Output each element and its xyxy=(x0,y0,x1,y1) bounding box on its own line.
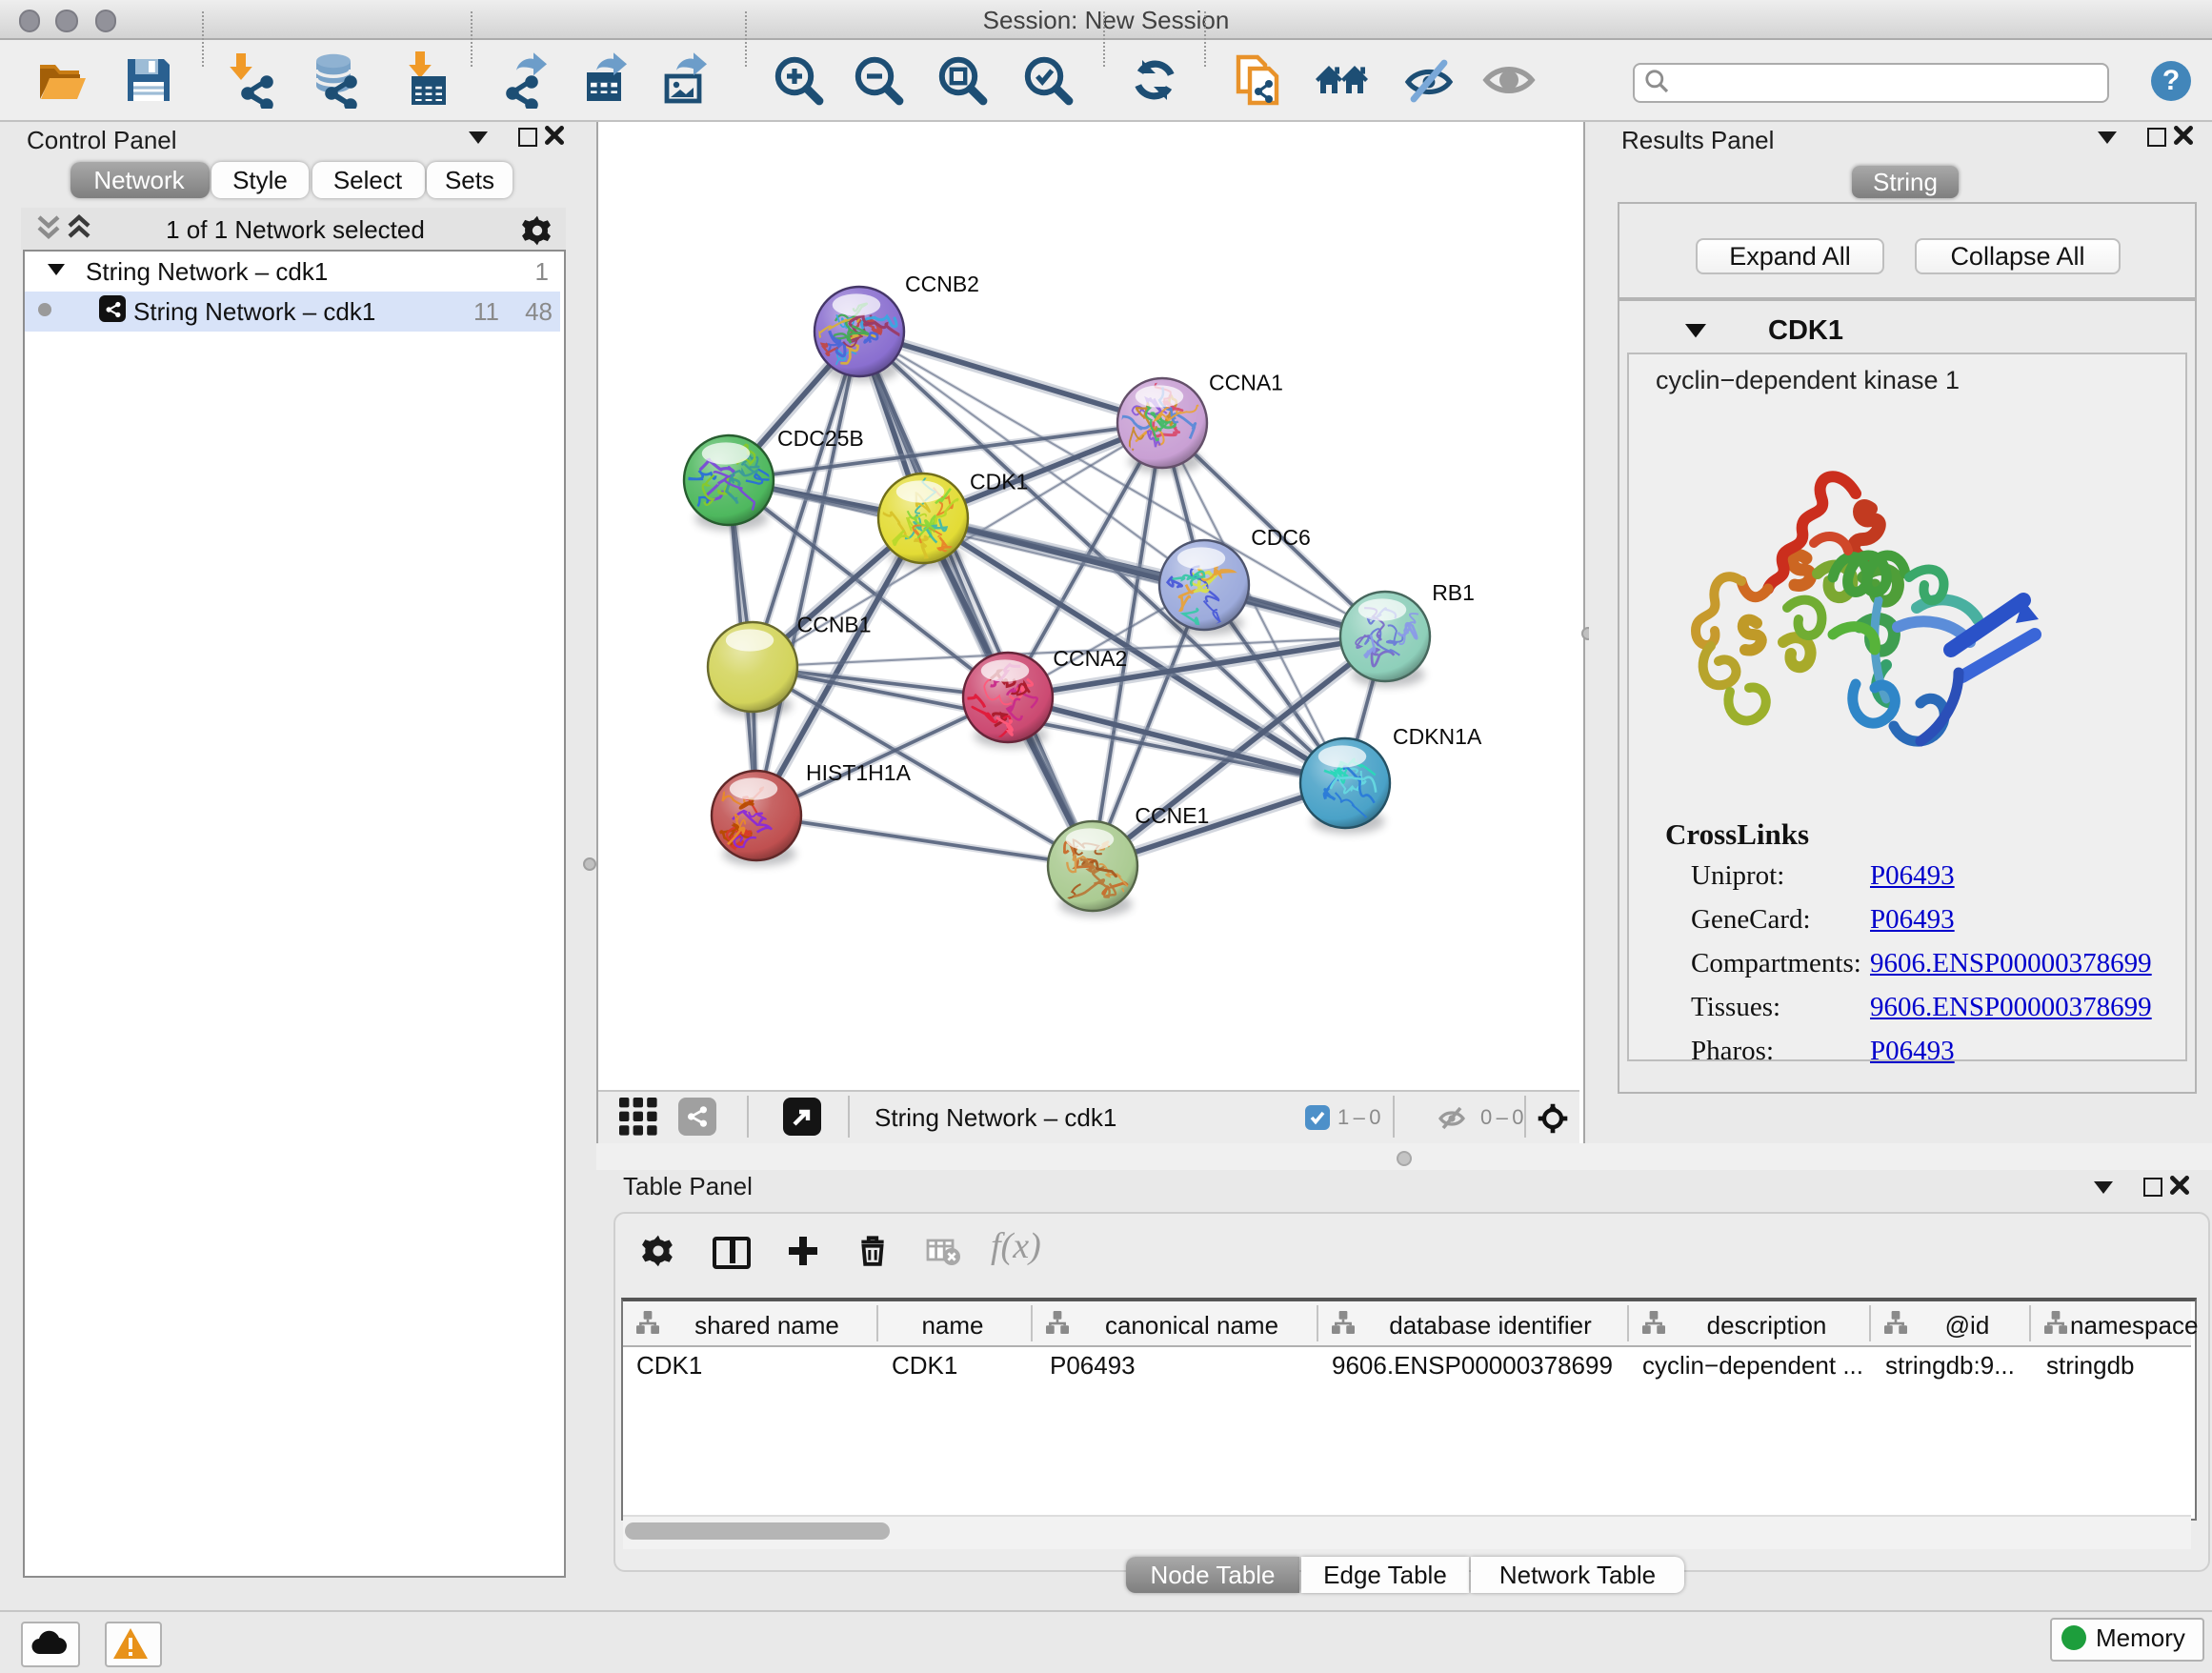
svg-text:CCNB1: CCNB1 xyxy=(797,612,872,636)
svg-text:CDC25B: CDC25B xyxy=(777,426,864,451)
svg-text:CDK1: CDK1 xyxy=(970,469,1028,494)
svg-text:CCNB2: CCNB2 xyxy=(905,272,979,296)
svg-text:HIST1H1A: HIST1H1A xyxy=(806,760,912,785)
svg-text:RB1: RB1 xyxy=(1432,580,1475,605)
svg-text:CDKN1A: CDKN1A xyxy=(1393,724,1482,749)
svg-text:CCNA2: CCNA2 xyxy=(1053,646,1127,671)
svg-text:CCNA1: CCNA1 xyxy=(1209,370,1283,394)
svg-text:CCNE1: CCNE1 xyxy=(1135,803,1209,828)
svg-text:CDC6: CDC6 xyxy=(1251,525,1311,550)
